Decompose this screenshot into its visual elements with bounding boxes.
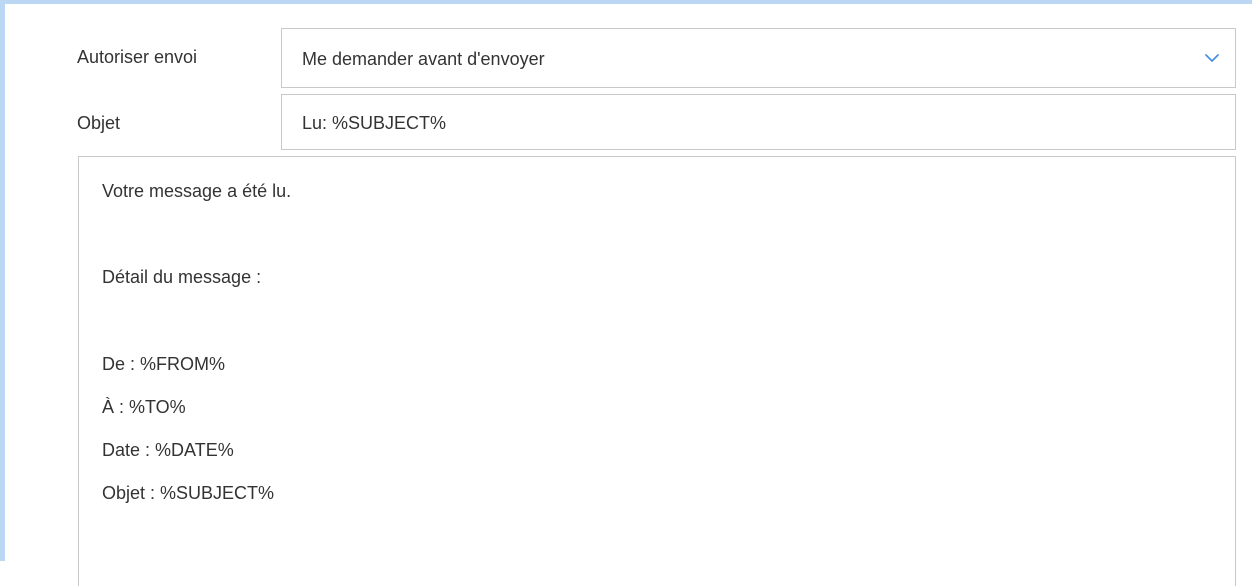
send-permission-value: Me demander avant d'envoyer	[302, 49, 545, 69]
send-permission-label: Autoriser envoi	[77, 47, 198, 67]
message-body-textarea[interactable]: Votre message a été lu. Détail du messag…	[78, 156, 1236, 586]
message-line: Votre message a été lu.	[102, 181, 292, 201]
chevron-down-icon[interactable]	[1203, 49, 1221, 67]
subject-input[interactable]: Lu: %SUBJECT%	[281, 94, 1236, 150]
subject-value: Lu: %SUBJECT%	[302, 113, 447, 133]
subject-label: Objet	[77, 113, 121, 133]
message-line: De : %FROM%	[102, 354, 226, 374]
message-line: À : %TO%	[102, 397, 186, 417]
message-line: Détail du message :	[102, 267, 262, 287]
send-permission-select[interactable]: Me demander avant d'envoyer	[281, 28, 1236, 88]
settings-panel: Autoriser envoi Me demander avant d'envo…	[0, 0, 1252, 586]
message-line: Objet : %SUBJECT%	[102, 483, 275, 503]
message-line: Date : %DATE%	[102, 440, 234, 460]
